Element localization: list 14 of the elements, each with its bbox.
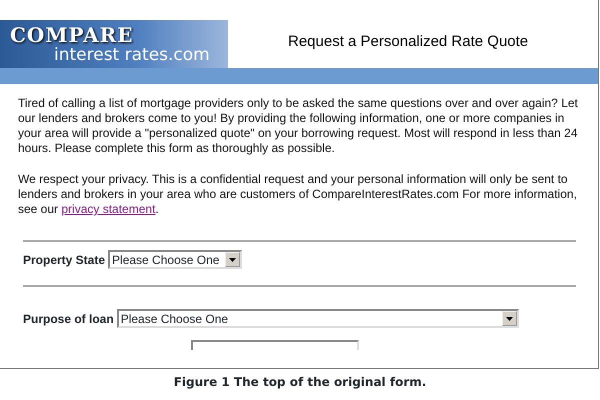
- select-field[interactable]: Please Choose One: [116, 309, 519, 328]
- field-label: Purpose of loan: [23, 312, 114, 326]
- dropdown-arrow-icon: [229, 258, 236, 262]
- select-field[interactable]: [191, 340, 359, 350]
- figure-caption: Figure 1 The top of the original form.: [172, 375, 428, 389]
- privacy-link[interactable]: privacy statement: [61, 202, 156, 216]
- privacy-paragraph: We respect your privacy. This is a confidential request and your personal information will only be sent to lenders and brokers in your area who are customers of CompareInterestRates.com For more information, see our privacy statement.: [17, 172, 578, 217]
- select-field[interactable]: Please Choose One: [108, 250, 242, 269]
- field-label: Property State: [23, 252, 106, 266]
- logo-tagline: interest rates.com: [54, 47, 210, 64]
- dropdown-arrow-icon: [506, 316, 513, 320]
- page-title: Request a Personalized Rate Quote: [288, 33, 528, 50]
- intro-paragraph: Tired of calling a list of mortgage providers only to be asked the same questions over and over again? Let our lenders and brokers come to you! By providing the following information, one or more companies in your area will provide a "personalized quote" on your borrowing request. Most will respond in less than 24 hours. Please complete this form as thoroughly as possible.: [17, 96, 579, 156]
- logo-text: COMPARE: [10, 25, 134, 45]
